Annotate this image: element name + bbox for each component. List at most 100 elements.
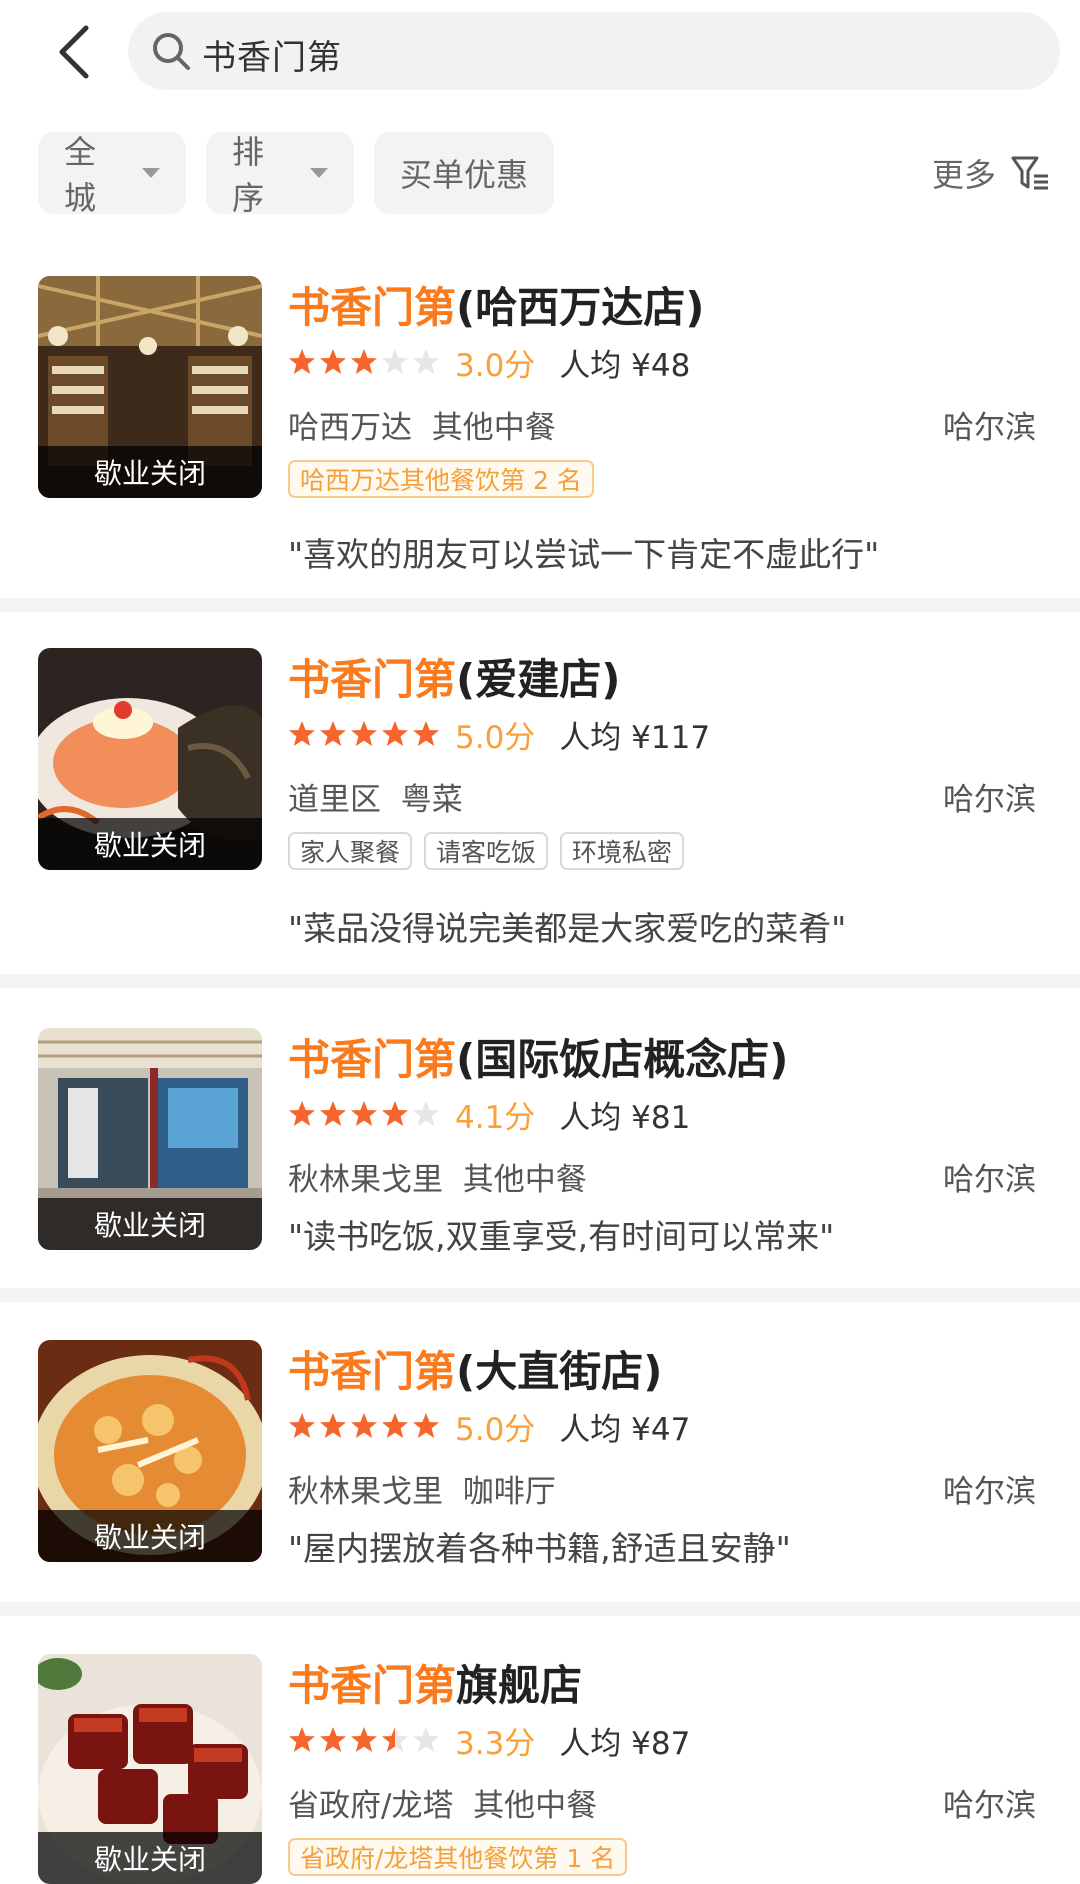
shop-name-highlight: 书香门第 xyxy=(288,283,457,332)
star-icon xyxy=(289,1101,315,1126)
shop-photo[interactable]: 歇业关闭 xyxy=(38,1028,262,1250)
filter-pay-discount-label: 买单优惠 xyxy=(400,156,529,194)
star-icon xyxy=(320,349,346,374)
star-icon xyxy=(382,721,408,746)
star-rating xyxy=(288,1726,443,1754)
shop-name[interactable]: 书香门第(大直街店) xyxy=(288,1338,662,1399)
star-icon xyxy=(413,1727,439,1752)
avg-price: 人均 ¥81 xyxy=(559,1099,691,1136)
back-arrow-icon[interactable] xyxy=(48,22,108,82)
shop-name-highlight: 书香门第 xyxy=(288,1661,457,1710)
star-rating xyxy=(288,1100,443,1128)
shop-meta: 道里区 粤菜 xyxy=(288,774,463,819)
shop-meta: 哈西万达 其他中餐 xyxy=(288,402,556,447)
star-icon xyxy=(289,721,315,746)
shop-city: 哈尔滨 xyxy=(943,1788,1036,1824)
tag[interactable]: 家人聚餐 xyxy=(288,832,413,870)
score: 5.0分 xyxy=(455,1411,536,1448)
rating-row: 3.3分 人均 ¥87 xyxy=(288,1720,691,1762)
shop-photo[interactable]: 歇业关闭 xyxy=(38,1340,262,1562)
result-card[interactable]: 歇业关闭 书香门第(爱建店) 5.0分 人均 ¥117 道里区 粤菜 哈尔滨 家… xyxy=(0,612,1080,974)
shop-meta: 省政府/龙塔 其他中餐 xyxy=(288,1780,597,1825)
star-rating xyxy=(288,1412,443,1440)
review-quote: "屋内摆放着各种书籍,舒适且安静" xyxy=(288,1529,791,1568)
star-icon xyxy=(382,1101,408,1126)
star-icon xyxy=(351,1727,377,1752)
shop-category: 其他中餐 xyxy=(473,1788,598,1824)
filter-pay-discount[interactable]: 买单优惠 xyxy=(374,132,554,214)
status-closed-label: 歇业关闭 xyxy=(38,818,262,870)
score: 5.0分 xyxy=(455,719,536,756)
tag-list: 家人聚餐 请客吃饭 环境私密 xyxy=(288,832,696,870)
shop-photo[interactable]: 歇业关闭 xyxy=(38,276,262,498)
divider xyxy=(0,1602,1080,1616)
rank-badge[interactable]: 哈西万达其他餐饮第 2 名 xyxy=(288,460,594,498)
divider xyxy=(0,974,1080,988)
star-icon xyxy=(382,349,408,374)
rating-row: 4.1分 人均 ¥81 xyxy=(288,1094,691,1136)
tag[interactable]: 请客吃饭 xyxy=(424,832,549,870)
star-icon xyxy=(351,1413,377,1438)
search-icon xyxy=(153,33,190,70)
shop-meta: 秋林果戈里 咖啡厅 xyxy=(288,1466,556,1511)
more-filters-button[interactable]: 更多 xyxy=(932,148,1050,198)
result-card[interactable]: 歇业关闭 书香门第(哈西万达店) 3.0分 人均 ¥48 哈西万达 其他中餐 哈… xyxy=(0,236,1080,598)
shop-category: 粤菜 xyxy=(400,782,463,818)
avg-price: 人均 ¥47 xyxy=(559,1411,691,1448)
shop-name-highlight: 书香门第 xyxy=(288,1035,457,1084)
rating-row: 5.0分 人均 ¥47 xyxy=(288,1406,691,1448)
result-card[interactable]: 歇业关闭 书香门第(大直街店) 5.0分 人均 ¥47 秋林果戈里 咖啡厅 哈尔… xyxy=(0,1302,1080,1602)
star-icon xyxy=(351,721,377,746)
shop-category: 其他中餐 xyxy=(462,1162,587,1198)
shop-name[interactable]: 书香门第(哈西万达店) xyxy=(288,274,704,335)
review-quote: "菜品没得说完美都是大家爱吃的菜肴" xyxy=(288,909,847,948)
tag[interactable]: 环境私密 xyxy=(560,832,685,870)
shop-city: 哈尔滨 xyxy=(943,782,1036,818)
star-icon xyxy=(382,1727,408,1752)
star-icon xyxy=(413,721,439,746)
rank-badge[interactable]: 省政府/龙塔其他餐饮第 1 名 xyxy=(288,1838,628,1876)
result-card[interactable]: 歇业关闭 书香门第旗舰店 3.3分 人均 ¥87 省政府/龙塔 其他中餐 哈尔滨… xyxy=(0,1616,1080,1884)
shop-area: 哈西万达 xyxy=(288,410,412,446)
star-icon xyxy=(413,1101,439,1126)
filter-funnel-icon xyxy=(1011,156,1048,190)
avg-price: 人均 ¥48 xyxy=(559,347,691,384)
shop-name-branch: (大直街店) xyxy=(456,1347,663,1396)
shop-name[interactable]: 书香门第旗舰店 xyxy=(288,1652,582,1713)
result-card[interactable]: 歇业关闭 书香门第(国际饭店概念店) 4.1分 人均 ¥81 秋林果戈里 其他中… xyxy=(0,988,1080,1288)
star-icon xyxy=(351,349,377,374)
score: 4.1分 xyxy=(455,1099,536,1136)
filter-city-label: 全城 xyxy=(64,133,97,217)
filter-city[interactable]: 全城 xyxy=(38,132,186,217)
shop-name-branch: (国际饭店概念店) xyxy=(456,1035,789,1084)
rating-row: 5.0分 人均 ¥117 xyxy=(288,714,710,756)
filter-sort[interactable]: 排序 xyxy=(206,132,354,217)
star-icon xyxy=(413,1413,439,1438)
status-closed-label: 歇业关闭 xyxy=(38,1198,262,1250)
shop-photo[interactable]: 歇业关闭 xyxy=(38,1654,262,1884)
shop-name-branch: (哈西万达店) xyxy=(456,283,705,332)
review-quote: "读书吃饭,双重享受,有时间可以常来" xyxy=(288,1217,835,1256)
star-rating xyxy=(288,348,443,376)
star-rating xyxy=(288,720,443,748)
status-closed-label: 歇业关闭 xyxy=(38,446,262,498)
avg-price: 人均 ¥87 xyxy=(559,1725,691,1762)
shop-area: 秋林果戈里 xyxy=(288,1162,443,1198)
star-icon xyxy=(320,1101,346,1126)
score: 3.3分 xyxy=(455,1725,536,1762)
shop-photo[interactable]: 歇业关闭 xyxy=(38,648,262,870)
shop-name[interactable]: 书香门第(国际饭店概念店) xyxy=(288,1026,788,1087)
shop-name-highlight: 书香门第 xyxy=(288,1347,457,1396)
shop-category: 其他中餐 xyxy=(431,410,556,446)
shop-name[interactable]: 书香门第(爱建店) xyxy=(288,646,620,707)
star-icon xyxy=(413,349,439,374)
shop-area: 道里区 xyxy=(288,782,381,818)
score: 3.0分 xyxy=(455,347,536,384)
star-icon xyxy=(289,349,315,374)
star-icon xyxy=(351,1101,377,1126)
search-query[interactable]: 书香门第 xyxy=(202,30,342,79)
divider xyxy=(0,1288,1080,1302)
search-bar[interactable]: 书香门第 xyxy=(128,12,1060,90)
shop-city: 哈尔滨 xyxy=(943,1162,1036,1198)
status-closed-label: 歇业关闭 xyxy=(38,1832,262,1884)
